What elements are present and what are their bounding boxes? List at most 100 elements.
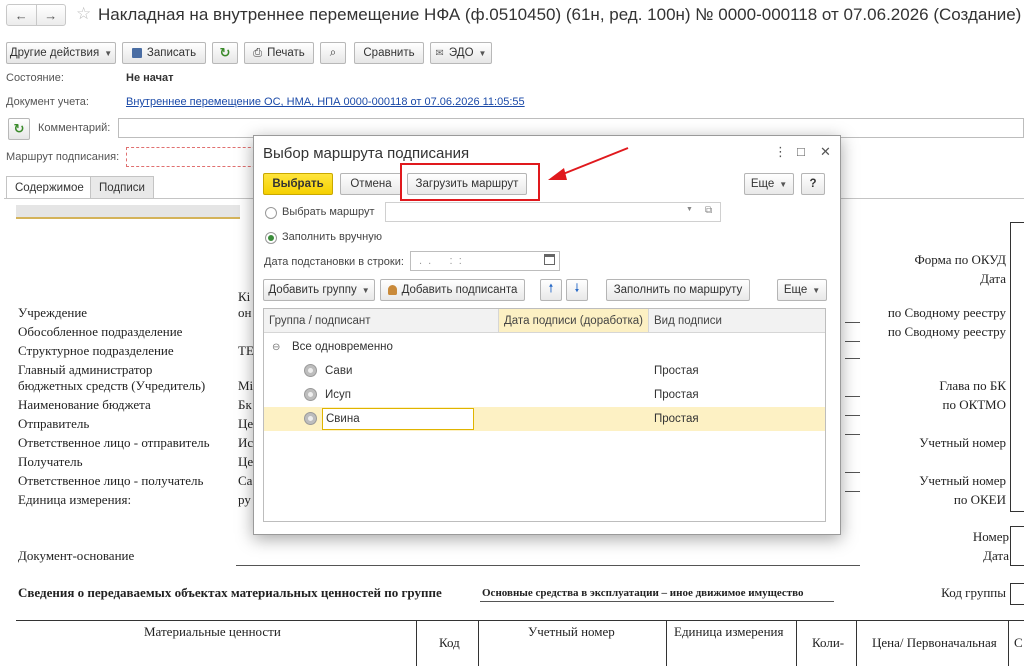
- add-group-button[interactable]: Добавить группу ▼: [263, 279, 375, 301]
- column-header-sign-date[interactable]: Дата подписи (доработка): [499, 309, 649, 333]
- preview-button[interactable]: ⌕: [320, 42, 346, 64]
- code-column: [1010, 222, 1024, 512]
- radio-fill-manual[interactable]: [265, 232, 277, 244]
- cancel-button[interactable]: Отмена: [340, 173, 402, 195]
- form-right-label: по ОКТМО: [942, 397, 1006, 412]
- arrow-up-icon: 🠕: [548, 282, 554, 295]
- column-header-sign-type[interactable]: Вид подписи: [649, 309, 825, 333]
- form-label: Получатель: [18, 454, 83, 469]
- chevron-down-icon: ▼: [104, 48, 113, 58]
- add-signer-button[interactable]: Добавить подписанта: [380, 279, 525, 301]
- save-button[interactable]: Записать: [122, 42, 206, 64]
- open-icon[interactable]: ⧉: [705, 205, 712, 216]
- arrow-down-icon: 🠗: [574, 282, 580, 295]
- signer-name: Исуп: [325, 389, 351, 401]
- title-bar: ← → ☆ Накладная на внутреннее перемещени…: [0, 0, 1024, 34]
- help-label: ?: [809, 178, 817, 190]
- accounting-doc-link[interactable]: Внутреннее перемещение ОС, НМА, НПА 0000…: [126, 96, 525, 108]
- edo-button[interactable]: ✉ ЭДО ▼: [430, 42, 492, 64]
- form-right-label: по ОКЕИ: [953, 492, 1006, 507]
- move-down-button[interactable]: 🠗: [566, 279, 588, 301]
- other-actions-button[interactable]: Другие действия ▼: [6, 42, 116, 64]
- form-label: Структурное подразделение: [18, 343, 174, 358]
- doc-basis-label: Документ-основание: [18, 548, 135, 563]
- form-right-label: Номер: [972, 529, 1009, 544]
- edo-icon: ✉: [435, 47, 444, 59]
- print-button[interactable]: ⎙ Печать: [244, 42, 314, 64]
- route-select[interactable]: [385, 202, 721, 222]
- table-row-selected[interactable]: Свина Простая: [264, 407, 825, 431]
- column-divider: [478, 621, 479, 666]
- column-header-group[interactable]: Группа / подписант: [264, 309, 499, 333]
- underline: [480, 601, 834, 602]
- star-icon[interactable]: ☆: [76, 4, 91, 24]
- underline: [845, 415, 860, 416]
- chevron-down-icon: ▼: [361, 285, 370, 295]
- signer-icon: [304, 412, 317, 425]
- table-group-row[interactable]: ⊖ Все одновременно: [264, 335, 825, 359]
- form-label: Наименование бюджета: [18, 397, 151, 412]
- form-right-label: Глава по БК: [939, 378, 1006, 393]
- sign-type: Простая: [654, 389, 699, 401]
- arrow-right-icon[interactable]: →: [37, 5, 66, 25]
- radio-choose-route[interactable]: [265, 207, 277, 219]
- form-label: Единица измерения:: [18, 492, 132, 507]
- route-input[interactable]: [126, 147, 266, 167]
- column-divider: [796, 621, 797, 666]
- underline: [845, 472, 860, 473]
- date-input[interactable]: . . : :: [410, 251, 560, 271]
- tab-content[interactable]: Содержимое: [6, 176, 93, 199]
- select-button[interactable]: Выбрать: [263, 173, 333, 195]
- help-button[interactable]: ?: [801, 173, 825, 195]
- arrow-left-icon[interactable]: ←: [7, 5, 37, 25]
- comment-label: Комментарий:: [38, 122, 111, 134]
- print-label: Печать: [267, 47, 305, 59]
- more-label: Еще: [750, 178, 775, 190]
- more-vertical-icon[interactable]: ⋮: [774, 144, 787, 160]
- form-value: Mi: [238, 378, 254, 393]
- printer-icon: ⎙: [253, 46, 263, 59]
- form-right-label: Дата: [980, 271, 1006, 286]
- fill-by-route-button[interactable]: Заполнить по маршруту: [606, 279, 750, 301]
- form-right-label: Форма по ОКУД: [914, 252, 1007, 267]
- table-header: Материальные ценности: [144, 624, 281, 639]
- form-right-label: по Сводному реестру: [887, 305, 1006, 320]
- accounting-doc-label: Документ учета:: [6, 96, 89, 108]
- underline: [236, 565, 860, 566]
- document-title: Накладная на внутреннее перемещение НФА …: [98, 5, 1022, 24]
- form-value: Це: [238, 454, 254, 469]
- table-header: С: [1014, 635, 1023, 650]
- form-value: Кі: [238, 289, 251, 304]
- column-divider: [856, 621, 857, 666]
- route-label: Маршрут подписания:: [6, 151, 120, 163]
- more-button-2[interactable]: Еще ▼: [777, 279, 827, 301]
- signers-table: Группа / подписант Дата подписи (доработ…: [263, 308, 826, 522]
- form-value: Ис: [238, 435, 254, 450]
- table-row[interactable]: Сави Простая: [264, 359, 825, 383]
- annotation-highlight: [400, 163, 540, 201]
- more-button[interactable]: Еще ▼: [744, 173, 794, 195]
- table-row[interactable]: Исуп Простая: [264, 383, 825, 407]
- floppy-icon: [131, 48, 142, 58]
- compare-button[interactable]: Сравнить: [354, 42, 424, 64]
- sign-type: Простая: [654, 413, 699, 425]
- add-group-label: Добавить группу: [268, 284, 357, 296]
- move-up-button[interactable]: 🠕: [540, 279, 562, 301]
- column-divider: [416, 621, 417, 666]
- add-signer-label: Добавить подписанта: [401, 284, 518, 296]
- form-value: Са: [238, 473, 253, 488]
- collapse-icon[interactable]: ⊖: [272, 335, 280, 359]
- comment-refresh-button[interactable]: ↻: [8, 118, 30, 140]
- radio-choose-route-label: Выбрать маршрут: [282, 206, 375, 218]
- signer-name: Свина: [326, 413, 360, 425]
- tab-signatures[interactable]: Подписи: [90, 176, 154, 198]
- form-value: Це: [238, 416, 254, 431]
- calendar-icon[interactable]: [544, 254, 555, 265]
- maximize-icon[interactable]: □: [797, 144, 805, 159]
- refresh-icon: ↻: [219, 45, 231, 60]
- close-icon[interactable]: ✕: [820, 144, 831, 160]
- form-header-field: [16, 205, 240, 219]
- table-header: Единица измерения: [674, 624, 784, 639]
- refresh-button[interactable]: ↻: [212, 42, 238, 64]
- chevron-down-icon[interactable]: ▼: [686, 206, 693, 213]
